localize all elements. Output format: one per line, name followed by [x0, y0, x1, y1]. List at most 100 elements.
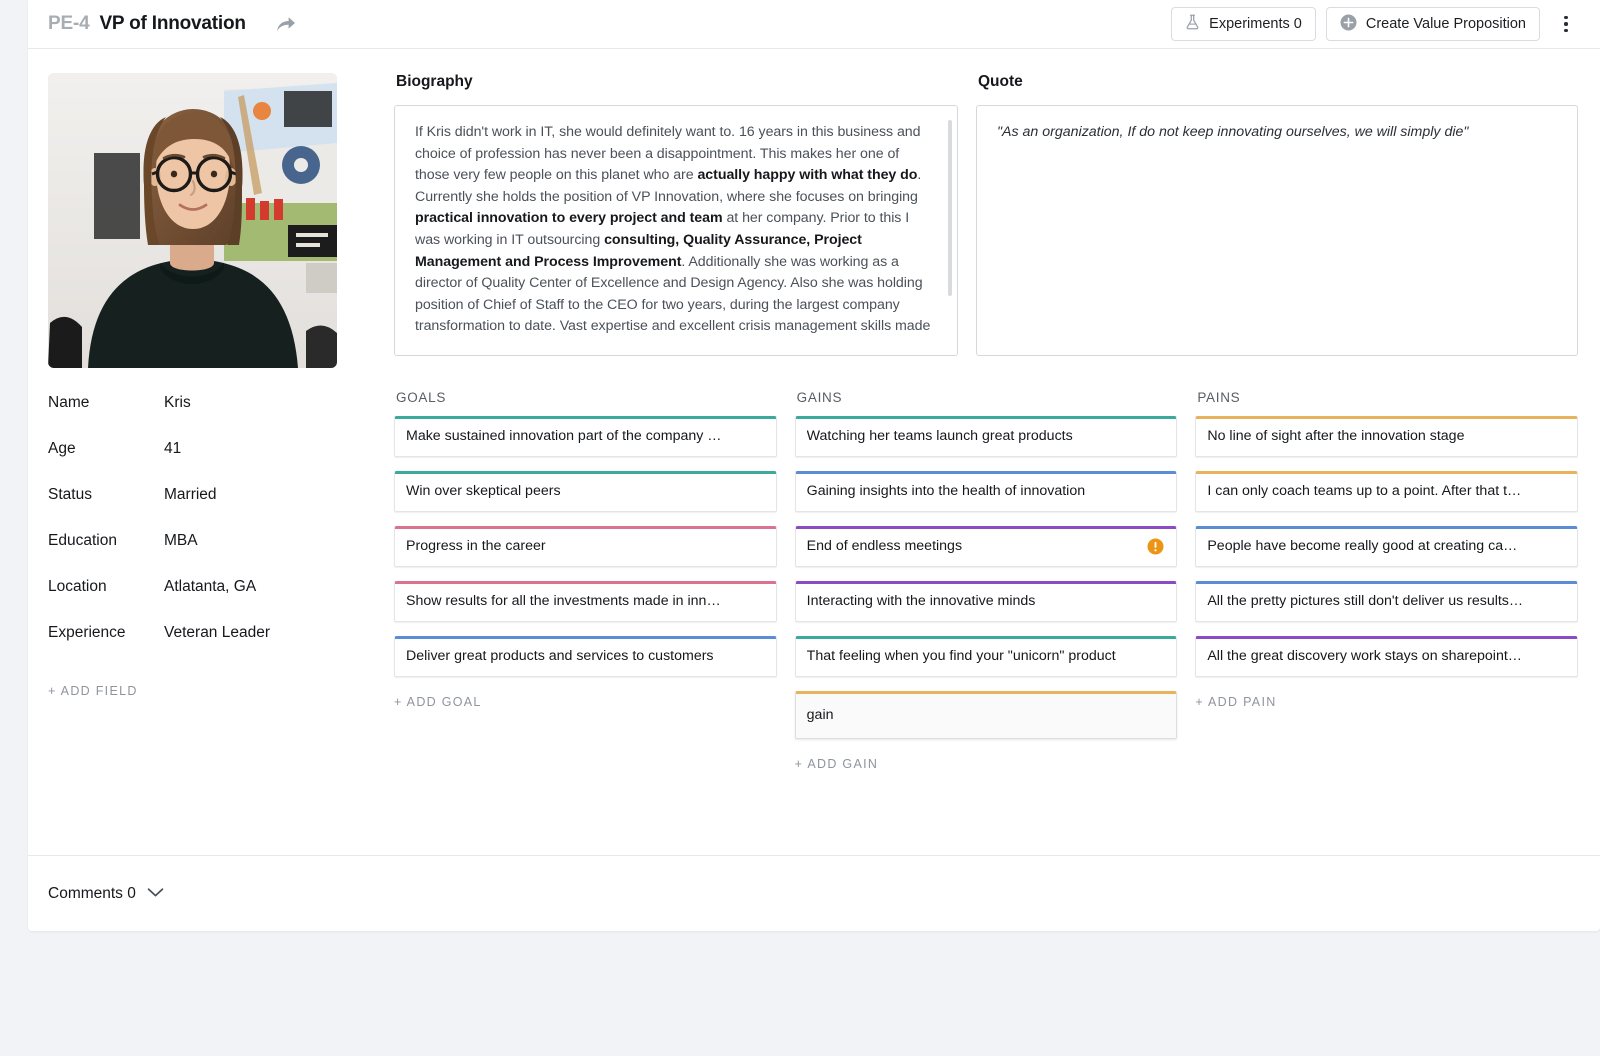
add-pain-button[interactable]: + ADD PAIN	[1195, 695, 1578, 709]
gain-card-editing[interactable]: gain	[794, 691, 1178, 739]
create-value-proposition-label: Create Value Proposition	[1365, 16, 1526, 32]
profile-fields: Name Kris Age 41 Status Married Educatio…	[48, 394, 370, 698]
pain-card-text: I can only coach teams up to a point. Af…	[1207, 483, 1522, 499]
avatar	[48, 73, 337, 368]
experiments-label: Experiments 0	[1209, 16, 1302, 32]
gain-card[interactable]: Interacting with the innovative minds	[794, 581, 1178, 622]
profile-sidebar: Name Kris Age 41 Status Married Educatio…	[48, 73, 370, 855]
biography-section: Biography If Kris didn't work in IT, she…	[394, 73, 958, 356]
quote-textarea[interactable]: "As an organization, If do not keep inno…	[976, 105, 1578, 356]
field-label-experience: Experience	[48, 624, 126, 641]
kebab-menu-icon[interactable]	[1554, 9, 1578, 39]
gains-heading: GAINS	[796, 390, 843, 405]
share-arrow-icon[interactable]	[272, 11, 300, 37]
issue-key: PE-4	[48, 13, 90, 34]
page-title: VP of Innovation	[99, 13, 246, 34]
plus-circle-icon	[1340, 14, 1357, 35]
goals-heading: GOALS	[396, 390, 447, 405]
goal-card-text: Make sustained innovation part of the co…	[406, 428, 722, 444]
gain-card-text: That feeling when you find your "unicorn…	[806, 648, 1116, 664]
biography-scrollbar[interactable]	[948, 120, 952, 296]
pain-card[interactable]: No line of sight after the innovation st…	[1195, 416, 1579, 457]
page-body: Name Kris Age 41 Status Married Educatio…	[28, 49, 1600, 855]
goal-card[interactable]: Make sustained innovation part of the co…	[394, 416, 777, 457]
chevron-down-icon	[147, 885, 164, 903]
goal-card-text: Progress in the career	[406, 538, 546, 554]
header-actions: Experiments 0 Create Value Proposition	[1171, 7, 1578, 41]
goal-card[interactable]: Deliver great products and services to c…	[394, 636, 777, 677]
profile-field-row[interactable]: Age 41	[48, 440, 370, 486]
page-header: PE-4 VP of Innovation Experiments 0 Crea…	[28, 0, 1600, 49]
goal-card[interactable]: Win over skeptical peers	[394, 471, 777, 512]
quote-section: Quote "As an organization, If do not kee…	[976, 73, 1578, 356]
pain-card[interactable]: All the great discovery work stays on sh…	[1195, 636, 1579, 677]
pain-card[interactable]: I can only coach teams up to a point. Af…	[1195, 471, 1579, 512]
pain-card-text: All the pretty pictures still don't deli…	[1207, 593, 1524, 609]
field-label-education: Education	[48, 532, 117, 549]
field-value-education: MBA	[164, 532, 198, 549]
bio-bold-2: practical innovation to every project an…	[415, 210, 723, 227]
persona-detail-page: PE-4 VP of Innovation Experiments 0 Crea…	[0, 0, 1600, 1056]
profile-field-row[interactable]: Location Atlatanta, GA	[48, 578, 370, 624]
pain-card-text: No line of sight after the innovation st…	[1207, 428, 1465, 444]
field-value-name: Kris	[164, 394, 191, 411]
field-label-status: Status	[48, 486, 92, 503]
profile-field-row[interactable]: Name Kris	[48, 394, 370, 440]
create-value-proposition-button[interactable]: Create Value Proposition	[1325, 7, 1540, 41]
field-label-name: Name	[48, 394, 90, 411]
gains-column: GAINS Watching her teams launch great pr…	[794, 390, 1178, 771]
field-value-age: 41	[164, 440, 182, 457]
gain-card-text: End of endless meetings	[806, 538, 963, 554]
profile-field-row[interactable]: Experience Veteran Leader	[48, 624, 370, 670]
profile-field-row[interactable]: Status Married	[48, 486, 370, 532]
gain-card-text: Gaining insights into the health of inno…	[806, 483, 1086, 499]
field-label-age: Age	[48, 440, 76, 457]
biography-heading: Biography	[396, 73, 473, 90]
pain-card[interactable]: All the pretty pictures still don't deli…	[1195, 581, 1579, 622]
content-area: Biography If Kris didn't work in IT, she…	[370, 73, 1579, 855]
portrait-photo-illustration	[48, 73, 337, 368]
comments-toggle[interactable]: Comments 0	[48, 885, 164, 903]
pains-column: PAINS No line of sight after the innovat…	[1195, 390, 1579, 771]
add-field-button[interactable]: + ADD FIELD	[48, 684, 370, 698]
gain-card[interactable]: That feeling when you find your "unicorn…	[794, 636, 1178, 677]
pain-card[interactable]: People have become really good at creati…	[1195, 526, 1579, 567]
experiments-button[interactable]: Experiments 0	[1171, 7, 1316, 41]
goal-card[interactable]: Show results for all the investments mad…	[394, 581, 777, 622]
gain-card-text: Watching her teams launch great products	[806, 428, 1073, 444]
pains-heading: PAINS	[1197, 390, 1241, 405]
field-value-experience: Veteran Leader	[164, 624, 271, 641]
main-panel: PE-4 VP of Innovation Experiments 0 Crea…	[28, 0, 1600, 931]
goal-card[interactable]: Progress in the career	[394, 526, 777, 567]
gain-card[interactable]: Gaining insights into the health of inno…	[794, 471, 1178, 512]
page-footer: Comments 0	[28, 855, 1600, 931]
goals-column: GOALS Make sustained innovation part of …	[394, 390, 777, 771]
goals-gains-pains-row: GOALS Make sustained innovation part of …	[394, 390, 1579, 771]
warning-icon[interactable]	[1147, 538, 1164, 555]
header-left-group: PE-4 VP of Innovation	[48, 11, 300, 37]
quote-text: "As an organization, If do not keep inno…	[997, 124, 1469, 140]
comments-label: Comments 0	[48, 884, 136, 902]
pain-card-text: All the great discovery work stays on sh…	[1207, 648, 1522, 664]
flask-icon	[1185, 14, 1200, 34]
bio-quote-row: Biography If Kris didn't work in IT, she…	[394, 73, 1578, 356]
bio-bold-1: actually happy with what they do	[697, 167, 918, 184]
goal-card-text: Win over skeptical peers	[406, 483, 561, 499]
gain-card[interactable]: Watching her teams launch great products	[794, 416, 1178, 457]
goal-card-text: Deliver great products and services to c…	[406, 648, 714, 664]
field-value-status: Married	[164, 486, 217, 503]
pain-card-text: People have become really good at creati…	[1207, 538, 1518, 554]
add-goal-button[interactable]: + ADD GOAL	[394, 695, 777, 709]
biography-fade-overlay	[396, 341, 956, 355]
profile-field-row[interactable]: Education MBA	[48, 532, 370, 578]
field-label-location: Location	[48, 578, 107, 595]
add-gain-button[interactable]: + ADD GAIN	[795, 757, 1178, 771]
biography-text: If Kris didn't work in IT, she would def…	[395, 106, 957, 355]
field-value-location: Atlatanta, GA	[164, 578, 257, 595]
gain-card-text: gain	[806, 706, 834, 723]
biography-textarea[interactable]: If Kris didn't work in IT, she would def…	[394, 105, 958, 356]
quote-heading: Quote	[978, 73, 1023, 90]
gain-card[interactable]: End of endless meetings	[794, 526, 1178, 567]
goal-card-text: Show results for all the investments mad…	[406, 593, 721, 609]
gain-card-text: Interacting with the innovative minds	[806, 593, 1036, 609]
